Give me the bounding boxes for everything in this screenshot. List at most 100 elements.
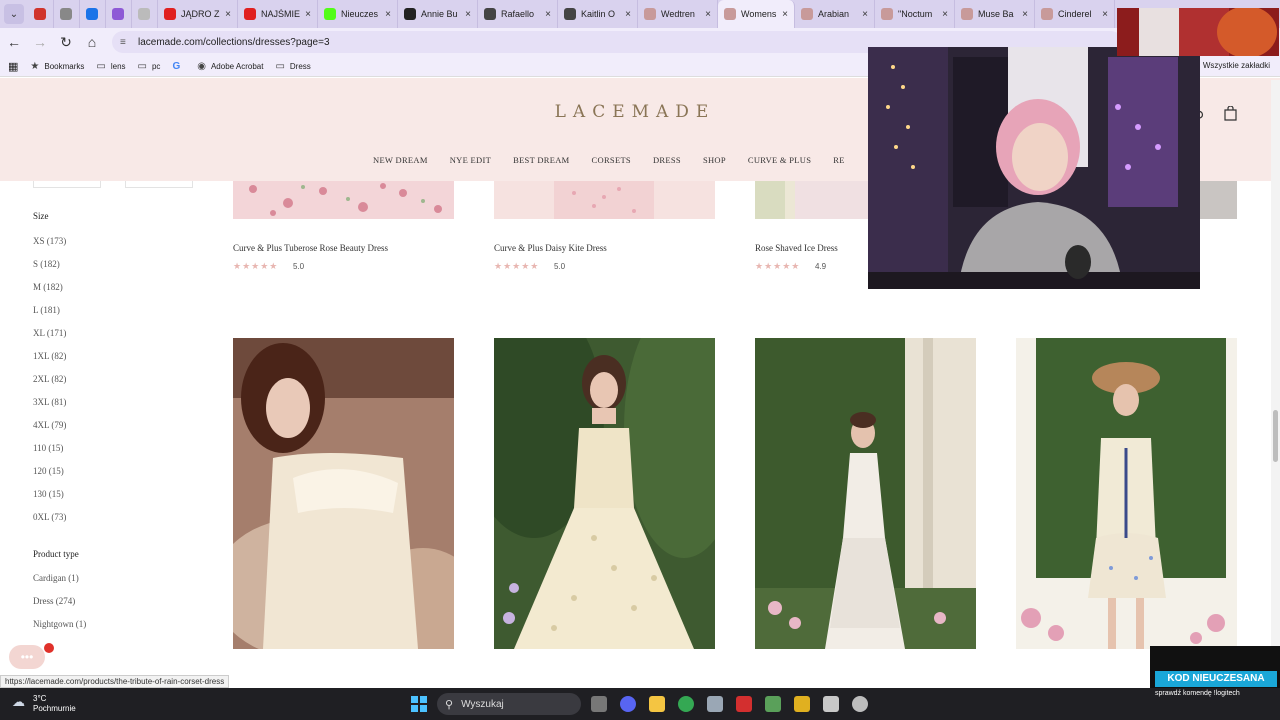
app-icon[interactable]	[794, 696, 810, 712]
browser-tab[interactable]: Cinderel ×	[1035, 0, 1115, 28]
product-type-filter-option[interactable]: Cardigan (1)	[33, 573, 79, 583]
browser-tab[interactable]: Nieuczes ×	[318, 0, 398, 28]
browser-tab[interactable]: Womens ×	[718, 0, 795, 28]
tab-close-icon[interactable]: ×	[705, 9, 711, 20]
product-image[interactable]	[755, 181, 868, 219]
size-filter-option[interactable]: XS (173)	[33, 236, 66, 246]
product-name[interactable]: Rose Shaved Ice Dress	[755, 243, 838, 253]
browser-tab[interactable]: "Noctum ×	[875, 0, 955, 28]
tab-close-icon[interactable]: ×	[625, 9, 631, 20]
back-icon[interactable]: ←	[2, 30, 26, 54]
browser-tab[interactable]: Rafaello ×	[478, 0, 558, 28]
tab-close-icon[interactable]: ×	[1102, 9, 1108, 20]
tab-close-icon[interactable]: ×	[782, 9, 788, 20]
chat-icon[interactable]: •••	[9, 645, 45, 669]
tab-close-icon[interactable]: ×	[305, 9, 311, 20]
tab-close-icon[interactable]: ×	[465, 9, 471, 20]
page-scrollbar[interactable]	[1271, 80, 1280, 670]
product-image[interactable]	[755, 338, 976, 649]
product-image[interactable]	[233, 338, 454, 649]
chrome-icon[interactable]	[678, 696, 694, 712]
browser-tab[interactable]: NAJŚMIE ×	[238, 0, 318, 28]
size-filter-option[interactable]: 2XL (82)	[33, 374, 66, 384]
bookmark-label: Bookmarks	[44, 61, 85, 71]
product-image[interactable]	[494, 338, 715, 649]
product-image[interactable]	[494, 181, 715, 219]
size-filter-option[interactable]: 4XL (79)	[33, 420, 66, 430]
site-info-icon[interactable]: ≡	[120, 37, 130, 48]
file-explorer-icon[interactable]	[649, 696, 665, 712]
browser-tab[interactable]	[28, 0, 54, 28]
size-filter-option[interactable]: 120 (15)	[33, 466, 64, 476]
site-nav-item[interactable]: DRESS	[653, 155, 681, 165]
app-icon[interactable]	[765, 696, 781, 712]
tab-close-icon[interactable]: ×	[942, 9, 948, 20]
tab-close-icon[interactable]: ×	[1022, 9, 1028, 20]
cart-icon[interactable]	[1224, 105, 1237, 124]
browser-tab[interactable]: Arabian ×	[795, 0, 875, 28]
scrollbar-thumb[interactable]	[1273, 410, 1278, 462]
browser-tab[interactable]	[54, 0, 80, 28]
rating-stars-icon: ★★★★★	[233, 261, 279, 271]
product-type-filter-option[interactable]: Dress (274)	[33, 596, 75, 606]
size-filter-option[interactable]: 0XL (73)	[33, 512, 66, 522]
size-filter-option[interactable]: XL (171)	[33, 328, 66, 338]
size-filter-option[interactable]: 130 (15)	[33, 489, 64, 499]
site-nav-item[interactable]: CURVE & PLUS	[748, 155, 811, 165]
browser-tab[interactable]: Annie Bu ×	[398, 0, 478, 28]
site-nav-item[interactable]: SHOP	[703, 155, 726, 165]
product-image[interactable]	[1016, 338, 1237, 649]
size-filter-option[interactable]: S (182)	[33, 259, 60, 269]
site-nav-item[interactable]: RE	[833, 155, 844, 165]
app-icon[interactable]	[707, 696, 723, 712]
weather-widget[interactable]: ☁ 3°C Pochmurnie	[12, 694, 76, 714]
size-filter-option[interactable]: 3XL (81)	[33, 397, 66, 407]
discord-icon[interactable]	[620, 696, 636, 712]
size-filter-option[interactable]: 1XL (82)	[33, 351, 66, 361]
site-nav-item[interactable]: BEST DREAM	[513, 155, 569, 165]
product-type-filter-option[interactable]: Nightgown (1)	[33, 619, 86, 629]
tab-close-icon[interactable]: ×	[862, 9, 868, 20]
tab-close-icon[interactable]: ×	[225, 9, 231, 20]
browser-tab[interactable]: Wedtren ×	[638, 0, 718, 28]
forward-icon[interactable]: →	[28, 30, 52, 54]
app-icon[interactable]	[736, 696, 752, 712]
task-view-icon[interactable]	[591, 696, 607, 712]
size-filter-option[interactable]: M (182)	[33, 282, 63, 292]
size-filter-option[interactable]: 110 (15)	[33, 443, 63, 453]
price-min-field[interactable]	[33, 181, 101, 188]
taskbar-search[interactable]: ⚲ Wyszukaj	[437, 693, 581, 715]
site-nav-item[interactable]: CORSETS	[592, 155, 631, 165]
site-nav-item[interactable]: NYE EDIT	[450, 155, 491, 165]
bookmark-item[interactable]: ◉ Adobe Acrobat	[197, 61, 263, 72]
browser-tab[interactable]: Muse Ba ×	[955, 0, 1035, 28]
bookmark-item[interactable]: G	[172, 61, 185, 72]
site-nav-item[interactable]: NEW DREAM	[373, 155, 428, 165]
apps-icon[interactable]: ▦	[8, 60, 18, 73]
browser-tab[interactable]	[80, 0, 106, 28]
tab-search-icon[interactable]: ⌄	[4, 4, 24, 24]
app-icon[interactable]	[823, 696, 839, 712]
product-name[interactable]: Curve & Plus Tuberose Rose Beauty Dress	[233, 243, 388, 253]
bookmark-item[interactable]: ★ Bookmarks	[30, 61, 84, 72]
product-name[interactable]: Curve & Plus Daisy Kite Dress	[494, 243, 607, 253]
product-image[interactable]	[1200, 181, 1237, 219]
windows-start-icon[interactable]	[411, 696, 427, 712]
reload-icon[interactable]: ↻	[54, 30, 78, 54]
bookmark-item[interactable]: ▭ lens	[96, 61, 125, 72]
browser-tab[interactable]	[106, 0, 132, 28]
tab-close-icon[interactable]: ×	[385, 9, 391, 20]
app-icon[interactable]	[852, 696, 868, 712]
home-icon[interactable]: ⌂	[80, 30, 104, 54]
bookmark-label: Adobe Acrobat	[210, 61, 264, 71]
bookmark-item[interactable]: ▭ Dress	[275, 61, 310, 72]
price-max-field[interactable]	[125, 181, 193, 188]
all-bookmarks[interactable]: Wszystkie zakładki	[1203, 61, 1270, 70]
product-image[interactable]	[233, 181, 454, 219]
size-filter-option[interactable]: L (181)	[33, 305, 60, 315]
browser-tab[interactable]	[132, 0, 158, 28]
bookmark-item[interactable]: ▭ pc	[138, 61, 161, 72]
browser-tab[interactable]: Kaitlin O ×	[558, 0, 638, 28]
browser-tab[interactable]: JĄDRO Z ×	[158, 0, 238, 28]
tab-close-icon[interactable]: ×	[545, 9, 551, 20]
